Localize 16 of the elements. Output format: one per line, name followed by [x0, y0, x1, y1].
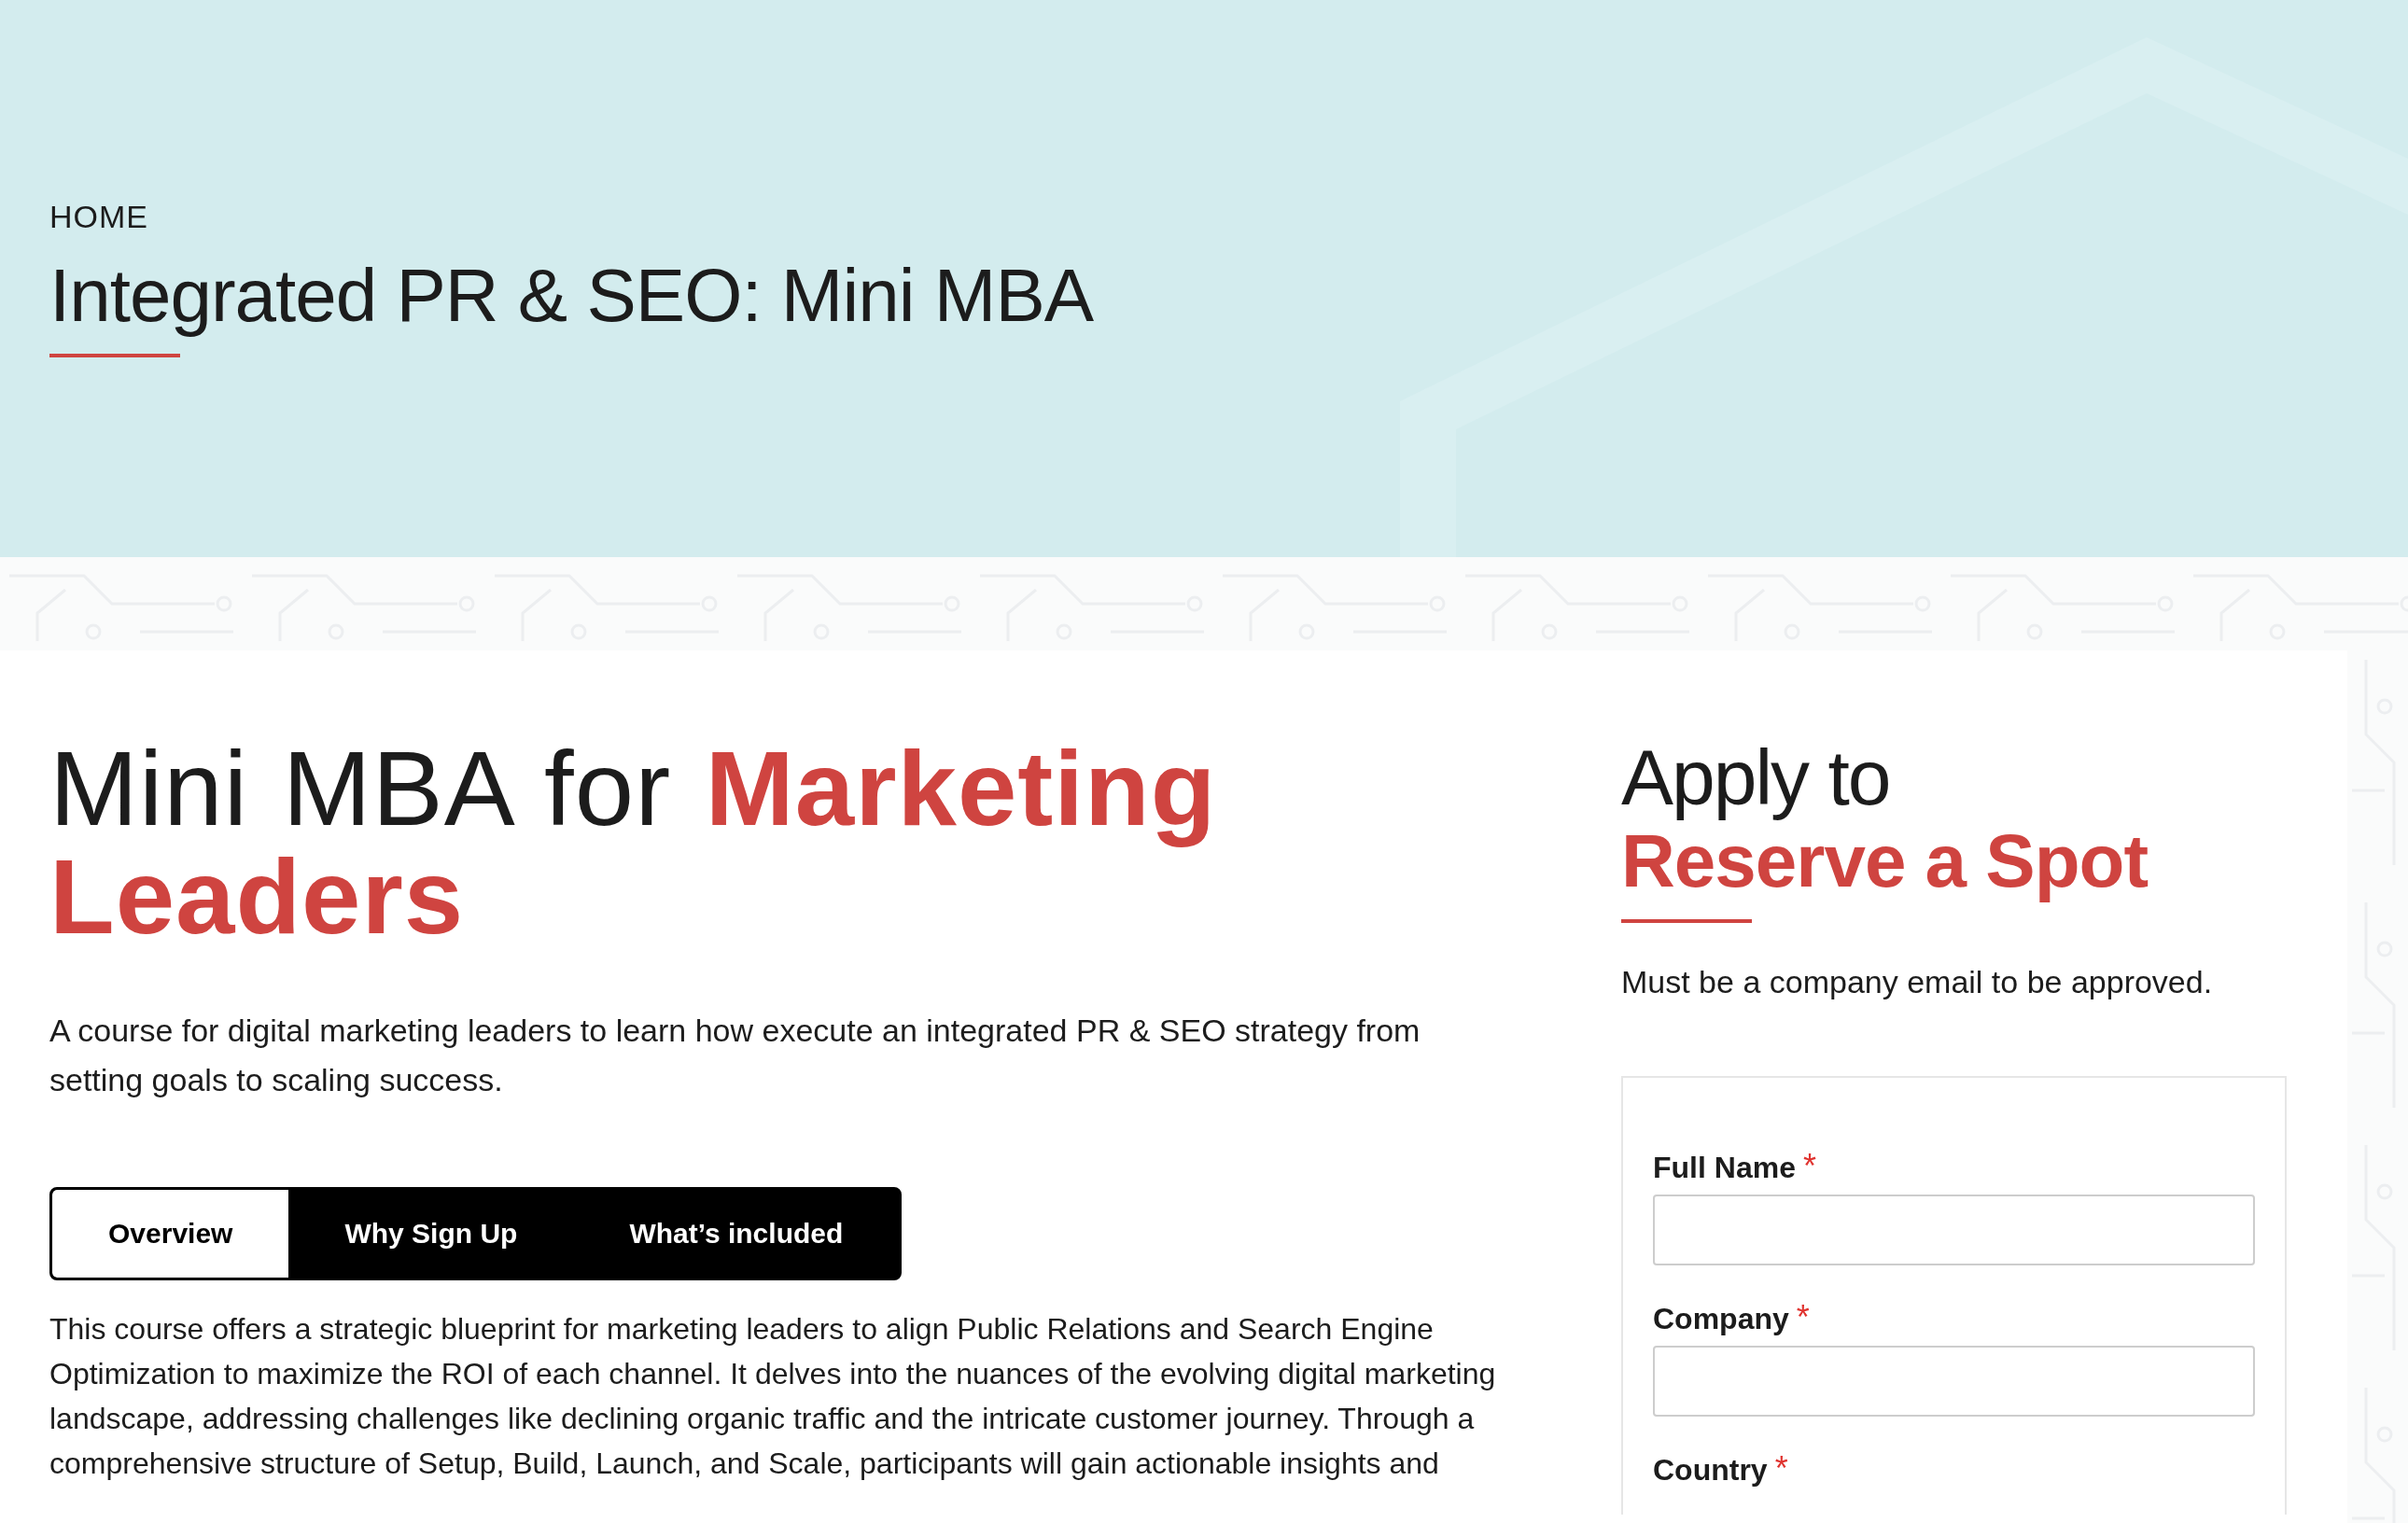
- course-heading: Mini MBA for Marketing Leaders: [49, 734, 1218, 958]
- required-marker: *: [1802, 1148, 1816, 1185]
- apply-heading: Apply to Reserve a Spot: [1621, 734, 2149, 903]
- breadcrumb-link[interactable]: HOME: [49, 201, 148, 232]
- course-subtitle: A course for digital marketing leaders to learn how execute an integrated PR & SEO strategy from setting goals to scaling success.: [49, 1011, 1421, 1099]
- field-label: Full Name: [1653, 1152, 1796, 1185]
- course-description: This course offers a strategic blueprint for marketing leaders to align Public Relations and Search Engine Optimization to maximize the ROI of each channel. It delves into the nuances of the evolving digital marketing landscape, addressing challenges like declining organic traffic and the intricate customer journey. Through a comprehensive structure of Setup, Build, Launch, and Scale, participants will gain actionable insights and: [49, 1310, 1497, 1482]
- field-label: Company: [1653, 1303, 1789, 1336]
- tab[interactable]: Overview: [52, 1189, 289, 1278]
- input-field[interactable]: [1653, 1345, 2255, 1417]
- page-title: Integrated PR & SEO: Mini MBA: [49, 255, 1094, 337]
- required-marker: *: [1774, 1449, 1788, 1488]
- input-field[interactable]: [1653, 1195, 2255, 1265]
- required-marker: *: [1796, 1299, 1810, 1336]
- field-label: Country: [1653, 1453, 1768, 1487]
- form-note: Must be a company email to be approved.: [1621, 963, 2213, 1002]
